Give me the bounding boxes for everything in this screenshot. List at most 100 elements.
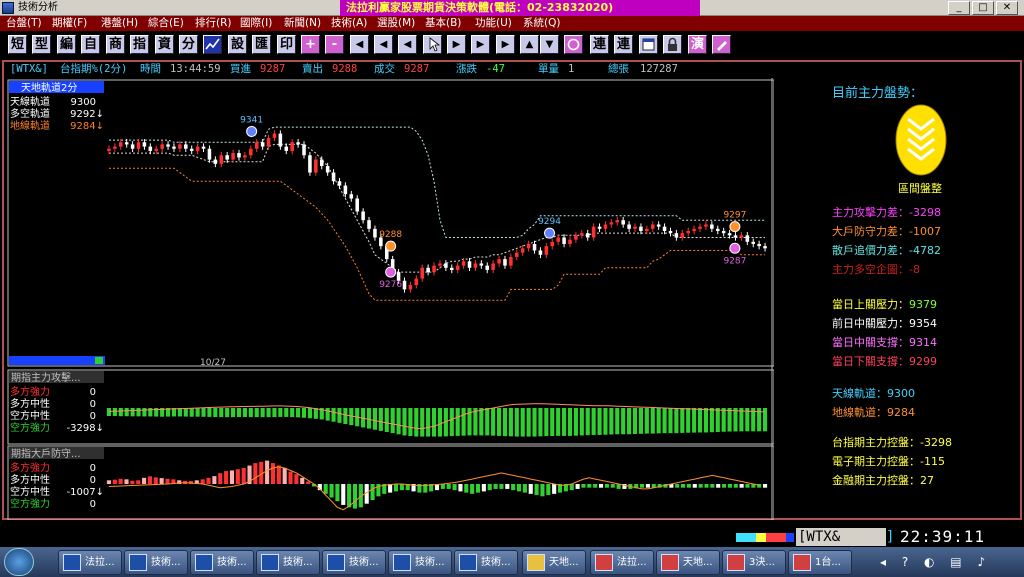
legend-value: 0	[90, 499, 96, 510]
tool-pattern-button[interactable]: 型	[32, 35, 51, 54]
lock-icon[interactable]	[663, 35, 682, 54]
tool-split-button[interactable]: 分	[179, 35, 198, 54]
close-button[interactable]: ✕	[996, 1, 1018, 15]
taskbar-item-3[interactable]: 技術...	[190, 550, 254, 575]
taskbar-item-8[interactable]: 天地...	[522, 550, 586, 575]
pressure-label: 當日下關支撐：	[832, 355, 909, 368]
menu-item-ranking[interactable]: 排行(R)	[195, 16, 232, 31]
toolbar: 短 型 編 自 商 指 資 分 設 匯 印 + - ◀ ◀ ◀ ▶ ▶ ▶ ▲ …	[0, 31, 1024, 59]
scroll-progress-bar[interactable]	[9, 356, 105, 365]
taskbar-item-9[interactable]: 法拉...	[590, 550, 654, 575]
tool-edit-button[interactable]: 編	[57, 35, 76, 54]
legend-value: -3298↓	[67, 423, 104, 434]
scroll-progress-thumb[interactable]	[95, 357, 103, 364]
minimize-button[interactable]: _	[948, 1, 970, 15]
scroll-right-button[interactable]: ▶	[447, 35, 466, 54]
menu-item-technical[interactable]: 技術(A)	[331, 16, 367, 31]
scroll-up-button[interactable]: ▲	[520, 35, 539, 54]
candle-body	[166, 144, 170, 147]
maximize-button[interactable]: □	[972, 1, 994, 15]
histogram-bar	[313, 408, 318, 419]
candle-body	[633, 226, 637, 229]
tool-custom-button[interactable]: 自	[81, 35, 100, 54]
scroll-last-button[interactable]: ▶	[496, 35, 515, 54]
menu-item-hk[interactable]: 港盤(H)	[101, 16, 138, 31]
quote-name: 台指期%(2分)	[60, 63, 128, 75]
tool-link-button[interactable]: 連	[590, 35, 609, 54]
tool-export-button[interactable]: 匯	[252, 35, 271, 54]
taskbar-item-12[interactable]: 1台...	[788, 550, 852, 575]
candle-body	[266, 137, 271, 147]
scroll-down-button[interactable]: ▼	[540, 35, 559, 54]
histogram-bar	[254, 408, 259, 418]
histogram-bar	[464, 484, 469, 493]
tool-data-button[interactable]: 資	[155, 35, 174, 54]
menu-item-system[interactable]: 系統(Q)	[523, 16, 560, 31]
histogram-bar	[437, 408, 443, 437]
candle-body	[201, 146, 206, 149]
legend-value: -1007↓	[67, 487, 104, 498]
palette-icon[interactable]	[564, 35, 583, 54]
strength-value: -3298	[909, 206, 941, 219]
chart-line-icon[interactable]	[203, 35, 222, 54]
cursor-icon[interactable]	[423, 35, 442, 54]
taskbar-item-6[interactable]: 技術...	[388, 550, 452, 575]
zoom-in-button[interactable]: +	[301, 35, 320, 54]
status-symbol-input[interactable]: [WTX&	[796, 528, 886, 546]
lower-band-line	[109, 167, 765, 301]
histogram-bar	[745, 484, 750, 488]
histogram-bar	[142, 477, 147, 484]
histogram-bar	[481, 484, 486, 492]
quote-sell-label: 賣出	[302, 63, 323, 75]
histogram-bar	[579, 408, 584, 436]
technical-chart[interactable]: 10/27 9353.759340.639327.519314.389301.2…	[6, 78, 774, 520]
tool-settings-button[interactable]: 設	[228, 35, 247, 54]
tool-short-button[interactable]: 短	[8, 35, 27, 54]
taskbar-item-7[interactable]: 技術...	[454, 550, 518, 575]
histogram-bar	[763, 484, 768, 488]
tool-indicator-button[interactable]: 指	[130, 35, 149, 54]
taskbar-item-2[interactable]: 技術...	[124, 550, 188, 575]
candle-body	[420, 267, 424, 279]
tool-commodity-button[interactable]: 商	[106, 35, 125, 54]
tool-link2-button[interactable]: 連	[614, 35, 633, 54]
edit-pen-icon[interactable]	[712, 35, 731, 54]
menu-item-futures[interactable]: 期權(F)	[52, 16, 87, 31]
menu-item-fundamental[interactable]: 基本(B)	[425, 16, 461, 31]
scroll-fast-right-button[interactable]: ▶	[471, 35, 490, 54]
candle-body	[603, 224, 608, 229]
menu-item-taipan[interactable]: 台盤(T)	[6, 16, 42, 31]
chart-icon	[195, 554, 213, 571]
system-tray[interactable]: ◂ ? ◐ ▤ ♪	[880, 553, 1020, 571]
menu-item-function[interactable]: 功能(U)	[475, 16, 512, 31]
taskbar-item-5[interactable]: 技術...	[322, 550, 386, 575]
start-button[interactable]	[4, 548, 34, 576]
quote-buy: 9287	[260, 63, 286, 75]
histogram-bar	[290, 408, 295, 418]
tool-demo-button[interactable]: 演	[688, 35, 707, 54]
taskbar-item-11[interactable]: 3決...	[722, 550, 786, 575]
candle-body	[668, 230, 673, 234]
histogram-bar	[347, 484, 352, 508]
menu-item-composite[interactable]: 綜合(E)	[148, 16, 184, 31]
zoom-out-button[interactable]: -	[325, 35, 344, 54]
menu-item-international[interactable]: 國際(I)	[240, 16, 272, 31]
strength-row: 散戶追價力差：-4782	[832, 241, 941, 260]
candle-body	[189, 148, 194, 151]
histogram-bar	[370, 484, 375, 500]
pressure-value: 9354	[909, 317, 937, 330]
window-icon[interactable]	[639, 35, 658, 54]
scroll-fast-left-button[interactable]: ◀	[374, 35, 393, 54]
taskbar-item-4[interactable]: 技術...	[256, 550, 320, 575]
taskbar-item-10[interactable]: 天地...	[656, 550, 720, 575]
taskbar-item-1[interactable]: 法拉...	[58, 550, 122, 575]
legend-label: 多方中性	[10, 473, 50, 486]
histogram-bar	[656, 408, 661, 434]
app-icon	[661, 554, 679, 571]
menu-item-news[interactable]: 新聞(N)	[284, 16, 321, 31]
signal-label: 9276	[379, 280, 402, 290]
tool-print-button[interactable]: 印	[277, 35, 296, 54]
scroll-left-button[interactable]: ◀	[398, 35, 417, 54]
menu-item-stock-picking[interactable]: 選股(M)	[377, 16, 415, 31]
scroll-first-button[interactable]: ◀	[350, 35, 369, 54]
